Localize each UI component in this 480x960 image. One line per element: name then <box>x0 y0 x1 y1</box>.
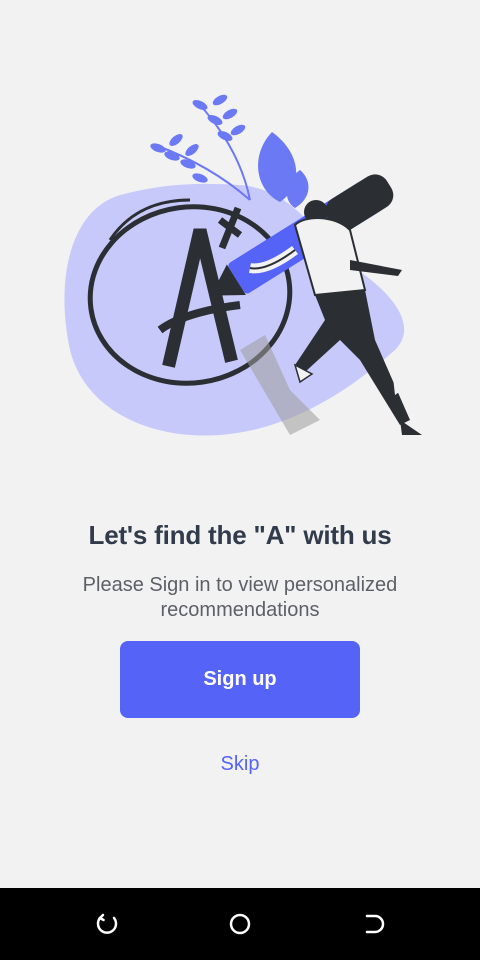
recent-apps-icon[interactable] <box>89 906 125 942</box>
back-icon[interactable] <box>355 906 391 942</box>
onboarding-illustration <box>50 90 430 460</box>
home-icon[interactable] <box>222 906 258 942</box>
onboarding-subtitle: Please Sign in to view personalized reco… <box>82 574 398 621</box>
system-navigation-bar <box>0 888 480 960</box>
skip-link[interactable]: Skip <box>190 749 290 779</box>
sign-up-button[interactable]: Sign up <box>120 641 360 718</box>
onboarding-screen: Let's find the "A" with us Please Sign i… <box>0 0 480 888</box>
onboarding-title: Let's find the "A" with us <box>88 520 392 550</box>
